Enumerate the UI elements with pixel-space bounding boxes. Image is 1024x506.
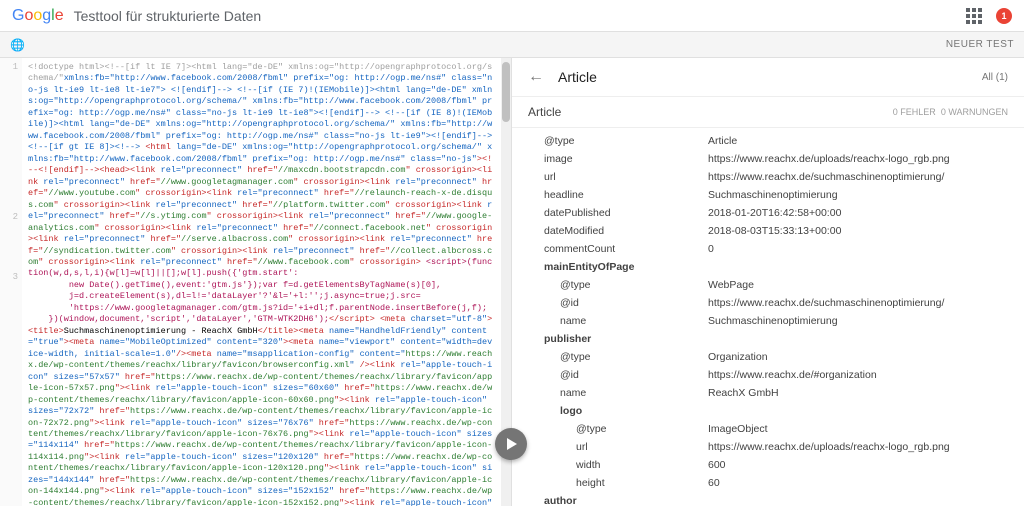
property-row: imagehttps://www.reachx.de/uploads/reach… <box>512 150 1024 168</box>
property-row: mainEntityOfPage <box>512 258 1024 276</box>
prop-key: headline <box>544 189 708 201</box>
new-test-button[interactable]: NEUER TEST <box>946 39 1014 50</box>
property-row: nameReachX GmbH <box>512 384 1024 402</box>
source-code[interactable]: <!doctype html><!--[if lt IE 7]><html la… <box>22 58 501 506</box>
prop-key: @type <box>560 351 708 363</box>
prop-key: name <box>560 315 708 327</box>
prop-value: https://www.reachx.de/uploads/reachx-log… <box>708 441 1008 453</box>
prop-value: 0 <box>708 243 1008 255</box>
property-row: @typeArticle <box>512 132 1024 150</box>
prop-value <box>708 405 1008 417</box>
prop-value: 2018-08-03T15:33:13+00:00 <box>708 225 1008 237</box>
prop-key: @id <box>560 297 708 309</box>
prop-value <box>708 261 1008 273</box>
back-arrow-icon[interactable]: ← <box>528 68 544 86</box>
prop-value: https://www.reachx.de/suchmaschinenoptim… <box>708 297 1008 309</box>
prop-key: dateModified <box>544 225 708 237</box>
apps-icon[interactable] <box>966 8 982 24</box>
prop-value <box>708 333 1008 345</box>
google-logo: Google <box>12 7 64 25</box>
property-row: width600 <box>512 456 1024 474</box>
prop-value: Article <box>708 135 1008 147</box>
prop-value: 2018-01-20T16:42:58+00:00 <box>708 207 1008 219</box>
properties-list: @typeArticleimagehttps://www.reachx.de/u… <box>512 128 1024 506</box>
result-title: Article <box>558 69 982 85</box>
prop-key: image <box>544 153 708 165</box>
prop-key: logo <box>560 405 708 417</box>
run-test-button[interactable] <box>495 428 527 460</box>
results-panel: ← Article All (1) Article 0 FEHLER 0 WAR… <box>512 58 1024 506</box>
prop-value: Suchmaschinenoptimierung <box>708 315 1008 327</box>
prop-key: @id <box>560 369 708 381</box>
property-row: @typeOrganization <box>512 348 1024 366</box>
property-row: urlhttps://www.reachx.de/suchmaschinenop… <box>512 168 1024 186</box>
property-row: dateModified2018-08-03T15:33:13+00:00 <box>512 222 1024 240</box>
prop-value: ReachX GmbH <box>708 387 1008 399</box>
toolbar: 🌐 NEUER TEST <box>0 32 1024 58</box>
scroll-thumb[interactable] <box>502 62 510 122</box>
line-gutter: 123 <box>0 58 22 506</box>
prop-key: url <box>576 441 708 453</box>
warning-count: 0 WARNUNGEN <box>941 107 1008 117</box>
tool-title: Testtool für strukturierte Daten <box>74 8 262 24</box>
source-panel: 123 <!doctype html><!--[if lt IE 7]><htm… <box>0 58 512 506</box>
property-row: @idhttps://www.reachx.de/suchmaschinenop… <box>512 294 1024 312</box>
app-header: Google Testtool für strukturierte Daten … <box>0 0 1024 32</box>
property-row: logo <box>512 402 1024 420</box>
property-row: commentCount0 <box>512 240 1024 258</box>
globe-icon[interactable]: 🌐 <box>10 38 25 52</box>
prop-value: https://www.reachx.de/#organization <box>708 369 1008 381</box>
property-row: urlhttps://www.reachx.de/uploads/reachx-… <box>512 438 1024 456</box>
prop-value: Organization <box>708 351 1008 363</box>
prop-key: width <box>576 459 708 471</box>
prop-key: mainEntityOfPage <box>544 261 708 273</box>
prop-value: ImageObject <box>708 423 1008 435</box>
prop-value: 60 <box>708 477 1008 489</box>
prop-key: datePublished <box>544 207 708 219</box>
prop-value: 600 <box>708 459 1008 471</box>
property-row: author <box>512 492 1024 506</box>
prop-key: height <box>576 477 708 489</box>
prop-key: url <box>544 171 708 183</box>
notification-badge[interactable]: 1 <box>996 8 1012 24</box>
prop-key: commentCount <box>544 243 708 255</box>
prop-key: @type <box>560 279 708 291</box>
property-row: datePublished2018-01-20T16:42:58+00:00 <box>512 204 1024 222</box>
prop-value: https://www.reachx.de/uploads/reachx-log… <box>708 153 1008 165</box>
prop-value: Suchmaschinenoptimierung <box>708 189 1008 201</box>
prop-key: @type <box>544 135 708 147</box>
prop-key: name <box>560 387 708 399</box>
prop-value: WebPage <box>708 279 1008 291</box>
property-row: headlineSuchmaschinenoptimierung <box>512 186 1024 204</box>
prop-key: @type <box>576 423 708 435</box>
error-count: 0 FEHLER <box>893 107 936 117</box>
property-row: nameSuchmaschinenoptimierung <box>512 312 1024 330</box>
prop-value <box>708 495 1008 506</box>
property-row: height60 <box>512 474 1024 492</box>
section-title: Article <box>528 105 561 119</box>
tab-all[interactable]: All (1) <box>982 72 1008 83</box>
property-row: @typeWebPage <box>512 276 1024 294</box>
prop-key: author <box>544 495 708 506</box>
property-row: @idhttps://www.reachx.de/#organization <box>512 366 1024 384</box>
prop-key: publisher <box>544 333 708 345</box>
property-row: @typeImageObject <box>512 420 1024 438</box>
property-row: publisher <box>512 330 1024 348</box>
prop-value: https://www.reachx.de/suchmaschinenoptim… <box>708 171 1008 183</box>
